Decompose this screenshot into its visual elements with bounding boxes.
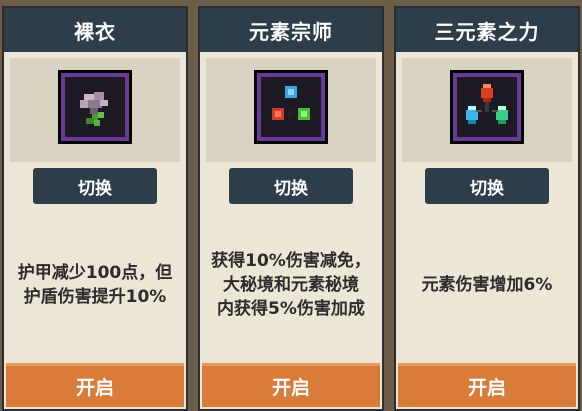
description-line: 护甲减少100点，但 bbox=[17, 263, 173, 283]
talent-card: 三元素之力 切换 元素伤害增加6% 开启 bbox=[394, 6, 580, 411]
talent-cards: 裸衣 切换 护甲减少100点，但 护盾伤害提升10% 开启 元素宗师 切换 获得… bbox=[2, 6, 580, 411]
card-title: 元素宗师 bbox=[200, 8, 382, 52]
icon-area bbox=[206, 58, 376, 162]
switch-button[interactable]: 切换 bbox=[229, 168, 353, 204]
open-button[interactable]: 开启 bbox=[398, 363, 576, 407]
description-line: 护盾伤害提升10% bbox=[23, 287, 167, 307]
talent-card: 元素宗师 切换 获得10%伤害减免， 大秘境和元素秘境 内获得5%伤害加成 开启 bbox=[198, 6, 384, 411]
switch-button[interactable]: 切换 bbox=[33, 168, 157, 204]
open-button[interactable]: 开启 bbox=[202, 363, 380, 407]
card-title: 三元素之力 bbox=[396, 8, 578, 52]
description-line: 内获得5%伤害加成 bbox=[217, 299, 365, 319]
card-description: 元素伤害增加6% bbox=[400, 220, 574, 350]
element-gems-icon bbox=[254, 70, 328, 144]
talent-card: 裸衣 切换 护甲减少100点，但 护盾伤害提升10% 开启 bbox=[2, 6, 188, 411]
switch-button[interactable]: 切换 bbox=[425, 168, 549, 204]
icon-area bbox=[402, 58, 572, 162]
description-line: 大秘境和元素秘境 bbox=[222, 275, 359, 295]
flower-bouquet-icon bbox=[58, 70, 132, 144]
description-line: 元素伤害增加6% bbox=[421, 275, 553, 295]
card-description: 护甲减少100点，但 护盾伤害提升10% bbox=[8, 220, 182, 350]
description-line: 获得10%伤害减免， bbox=[211, 251, 371, 271]
card-description: 获得10%伤害减免， 大秘境和元素秘境 内获得5%伤害加成 bbox=[204, 220, 378, 350]
icon-area bbox=[10, 58, 180, 162]
three-crystals-icon bbox=[450, 70, 524, 144]
open-button[interactable]: 开启 bbox=[6, 363, 184, 407]
card-title: 裸衣 bbox=[4, 8, 186, 52]
